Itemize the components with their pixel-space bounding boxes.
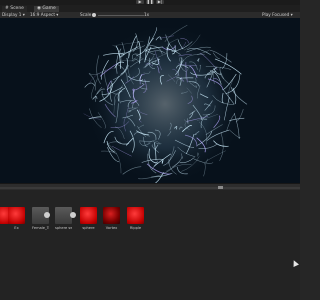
- display-label: Display 1: [2, 12, 22, 17]
- asset-item[interactable]: sphere sw...: [55, 207, 72, 230]
- play-mode-label: Play Focused: [262, 12, 290, 17]
- pause-icon: ❚❚: [146, 0, 154, 4]
- asset-item[interactable]: sphere: [80, 207, 97, 230]
- game-viewport[interactable]: [0, 18, 300, 183]
- particle-sphere: [0, 18, 300, 183]
- asset-label: sphere: [82, 226, 95, 230]
- game-icon: ◉: [37, 6, 41, 11]
- preview-play-icon[interactable]: [44, 212, 50, 218]
- asset-thumbnail: [103, 207, 120, 224]
- tab-game-label: Game: [42, 6, 56, 11]
- asset-thumbnail: [80, 207, 97, 224]
- tab-scene-label: Scene: [10, 6, 24, 11]
- step-icon: ▶|: [157, 0, 163, 4]
- asset-label: Vortex: [105, 226, 118, 230]
- asset-item[interactable]: Ripple: [127, 207, 144, 230]
- asset-item[interactable]: Ex: [8, 207, 25, 230]
- asset-label: Female_Tr...: [32, 226, 49, 230]
- scene-icon: #: [5, 6, 9, 11]
- preview-play-icon[interactable]: [70, 212, 76, 218]
- horizontal-scrollbar[interactable]: [0, 186, 300, 189]
- scroll-marker[interactable]: [218, 186, 223, 189]
- play-icon: ▶: [138, 0, 142, 4]
- aspect-label: 16:9 Aspect: [30, 12, 55, 17]
- scale-slider-handle[interactable]: [92, 12, 96, 17]
- asset-thumbnail: [127, 207, 144, 224]
- pause-button[interactable]: ❚❚: [146, 0, 154, 4]
- play-button[interactable]: ▶: [136, 0, 144, 4]
- asset-label: Ex: [14, 226, 19, 230]
- asset-thumbnail: [8, 207, 25, 224]
- asset-label: Ripple: [129, 226, 142, 230]
- asset-label: sphere sw...: [55, 226, 72, 230]
- scale-slider[interactable]: [98, 14, 144, 16]
- asset-item[interactable]: Vortex: [103, 207, 120, 230]
- step-button[interactable]: ▶|: [156, 0, 164, 4]
- asset-item[interactable]: Female_Tr...: [32, 207, 49, 230]
